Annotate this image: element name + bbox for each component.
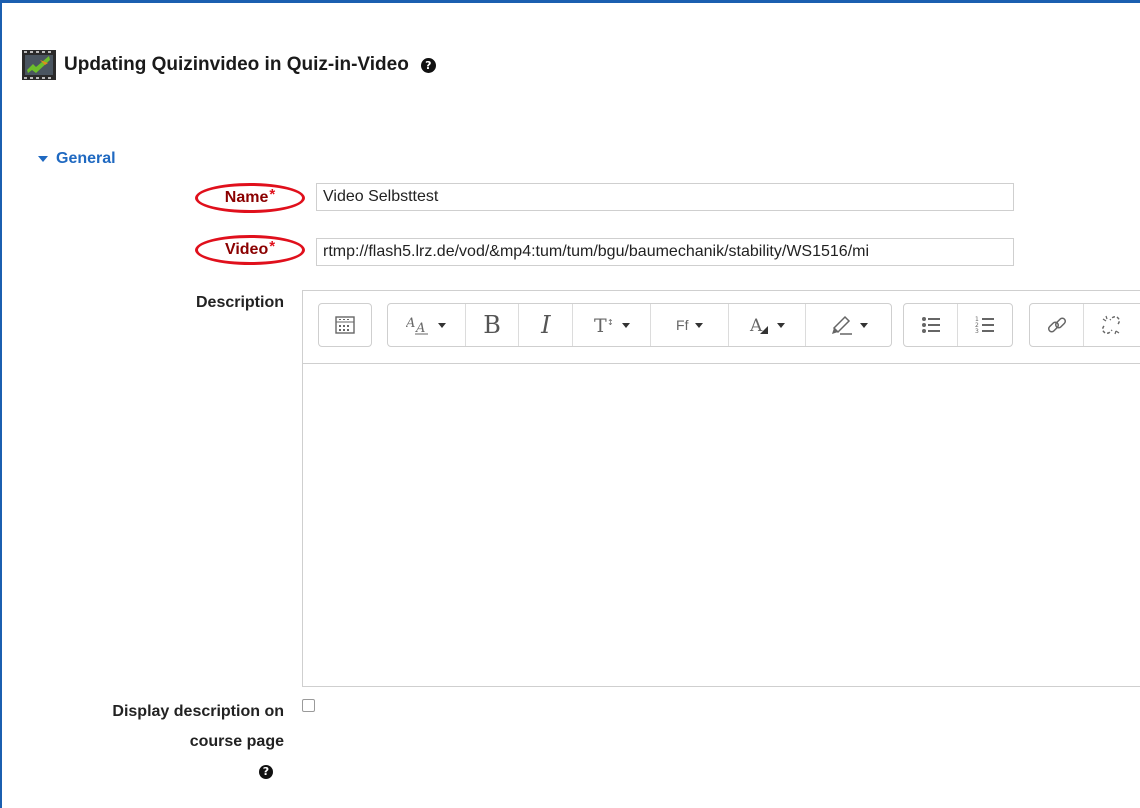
- italic-icon[interactable]: I: [519, 304, 574, 346]
- numbered-list-icon[interactable]: 123: [958, 304, 1012, 346]
- svg-text:A: A: [749, 316, 763, 336]
- toolbar-group-more: [318, 303, 372, 347]
- help-icon[interactable]: ?: [420, 57, 436, 73]
- required-icon: *: [269, 185, 276, 203]
- display-description-checkbox[interactable]: [302, 699, 315, 712]
- required-icon: *: [269, 237, 276, 255]
- highlight-icon[interactable]: [806, 304, 891, 346]
- video-label-text: Video: [224, 241, 269, 258]
- font-size-icon[interactable]: T ↕: [573, 304, 651, 346]
- video-url-input[interactable]: [316, 238, 1014, 266]
- section-label: General: [56, 150, 116, 167]
- svg-text:T: T: [594, 315, 607, 336]
- dropdown-caret-icon: [776, 322, 785, 328]
- description-editor: AA B I T ↕ Ff A 1 2 3: [302, 290, 1140, 687]
- name-label-text: Name: [224, 189, 269, 206]
- dropdown-caret-icon: [621, 322, 630, 328]
- display-description-label-cont: course page: [189, 733, 284, 750]
- name-label: Name *: [195, 183, 305, 213]
- help-icon[interactable]: ?: [259, 764, 273, 779]
- show-more-icon[interactable]: [319, 304, 371, 346]
- bold-icon[interactable]: B: [466, 304, 520, 346]
- page-title: Updating Quizinvideo in Quiz-in-Video ?: [22, 50, 436, 80]
- unlink-icon[interactable]: [1084, 304, 1138, 346]
- text-color-icon[interactable]: A: [729, 304, 807, 346]
- toolbar-group-links: [1029, 303, 1140, 347]
- description-label: Description: [195, 294, 284, 311]
- dropdown-caret-icon: [859, 322, 868, 328]
- link-icon[interactable]: [1030, 304, 1084, 346]
- editor-toolbar: AA B I T ↕ Ff A 1 2 3: [303, 291, 1140, 364]
- video-module-icon: [22, 50, 56, 80]
- bullet-list-icon[interactable]: [904, 304, 958, 346]
- svg-text:3: 3: [975, 328, 979, 335]
- section-toggle-general[interactable]: General: [38, 150, 116, 168]
- display-description-help[interactable]: ?: [259, 762, 273, 780]
- name-input[interactable]: [316, 183, 1014, 211]
- toolbar-group-format: AA B I T ↕ Ff A: [387, 303, 892, 347]
- font-family-glyph: Ff: [676, 317, 689, 333]
- toolbar-group-lists: 123: [903, 303, 1013, 347]
- dropdown-caret-icon: [694, 322, 703, 328]
- font-style-icon[interactable]: AA: [388, 304, 466, 346]
- svg-text:↕: ↕: [607, 318, 614, 327]
- font-family-icon[interactable]: Ff: [651, 304, 729, 346]
- video-label: Video *: [195, 235, 305, 265]
- svg-text:A: A: [406, 316, 415, 331]
- caret-down-icon: [38, 156, 48, 162]
- display-description-label: Display description on: [112, 703, 284, 720]
- page-title-text: Updating Quizinvideo in Quiz-in-Video: [64, 54, 409, 75]
- dropdown-caret-icon: [438, 322, 447, 328]
- editor-content-area[interactable]: [303, 364, 1140, 686]
